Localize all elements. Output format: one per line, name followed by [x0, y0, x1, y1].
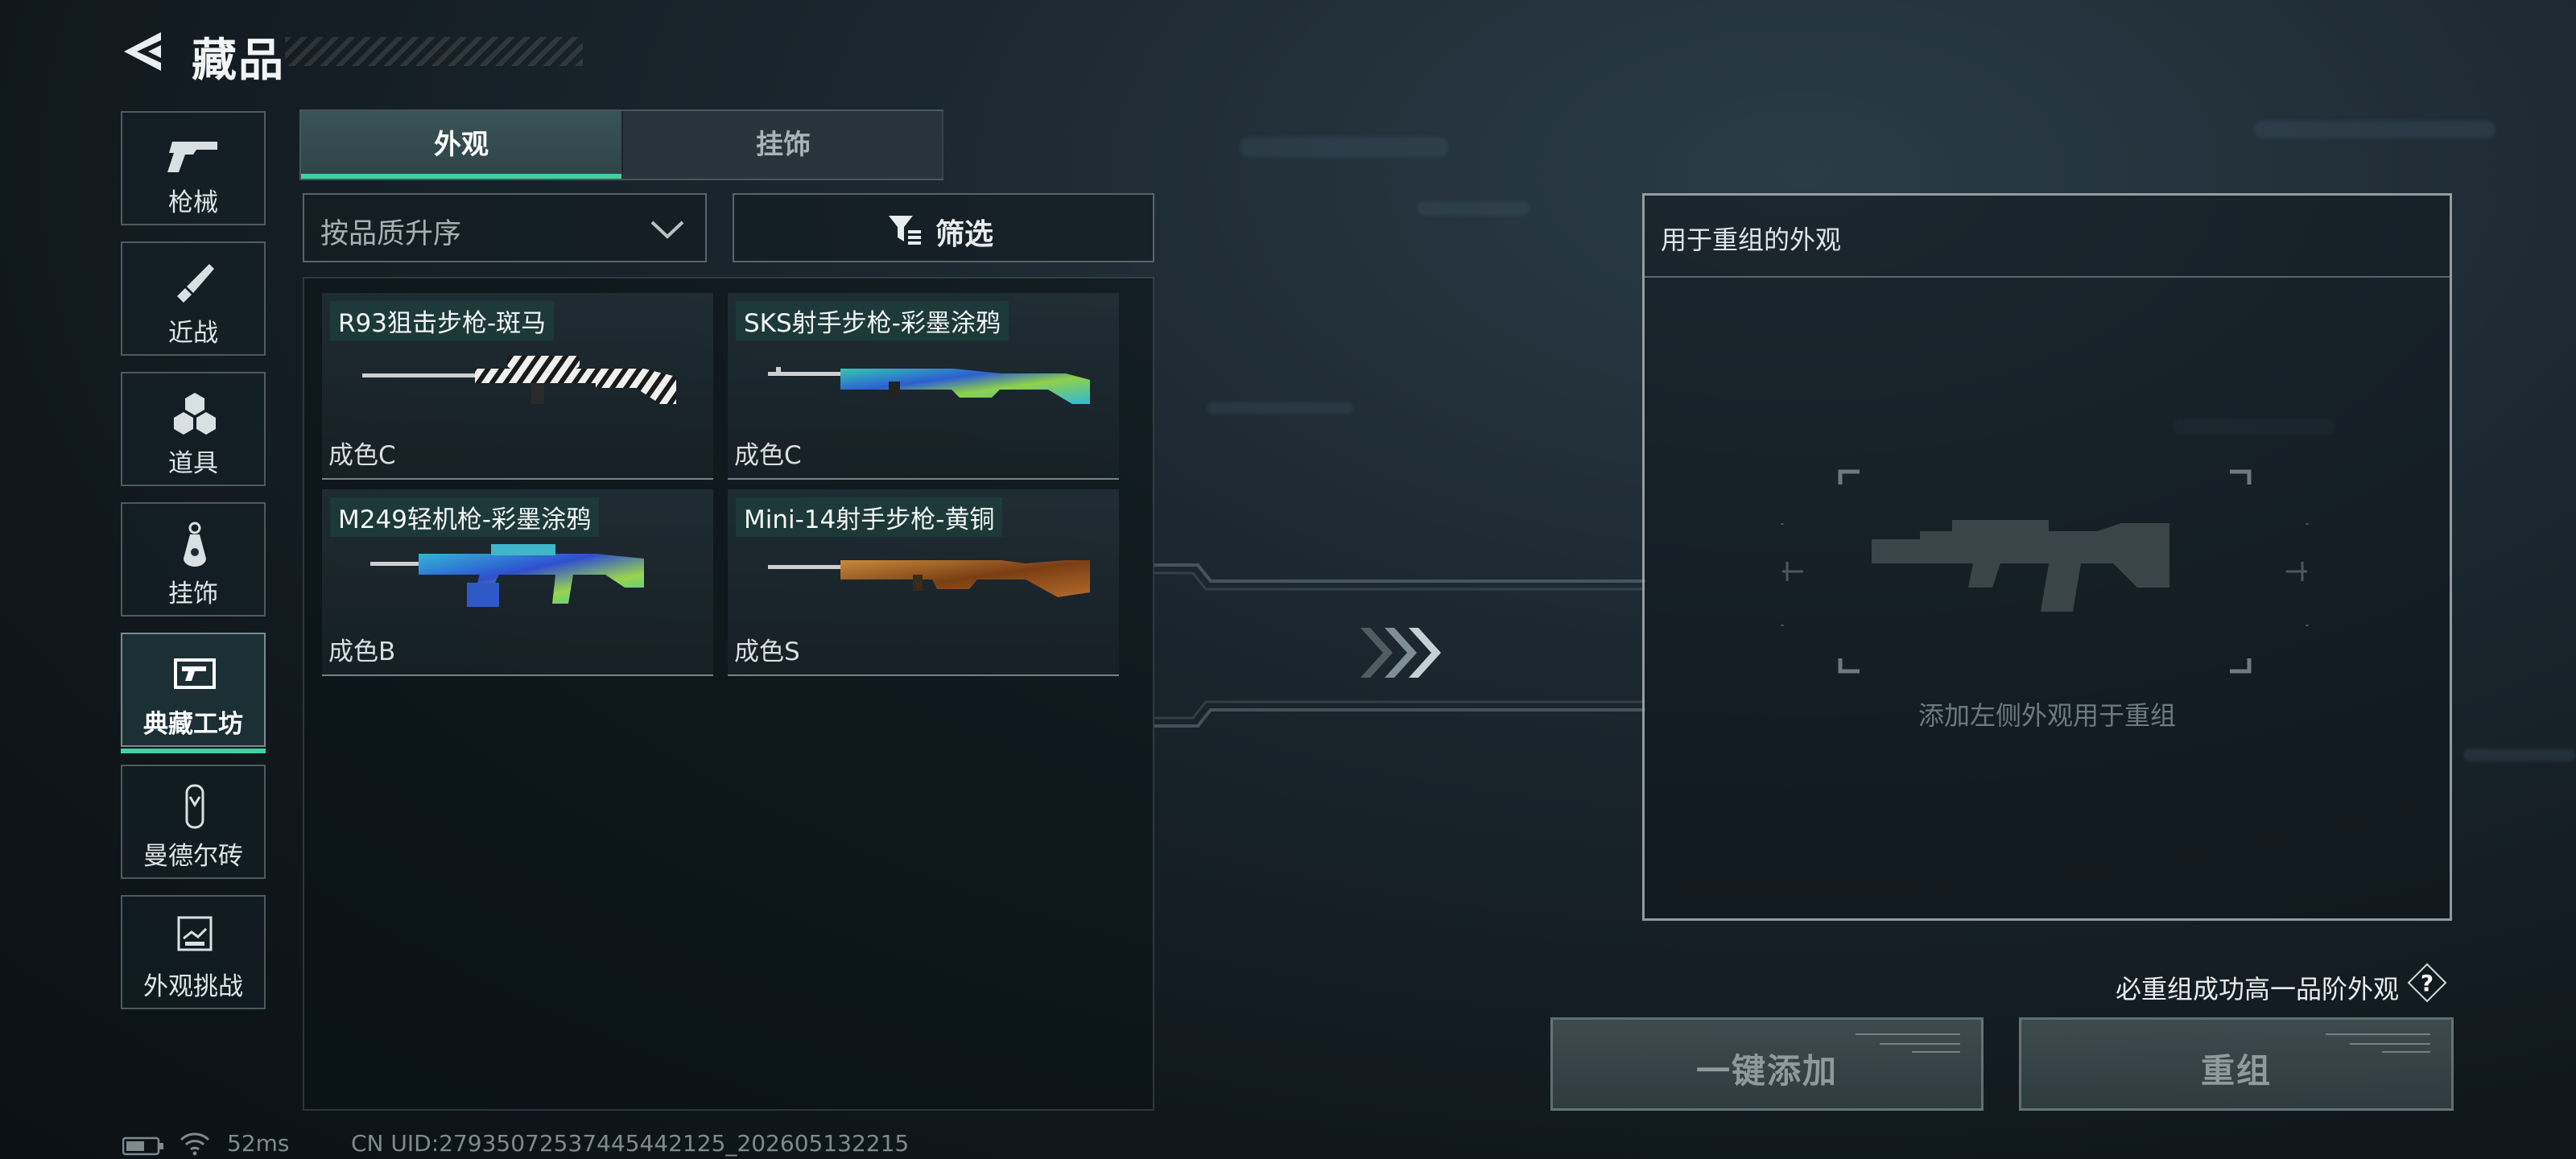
tab-bar: 外观 挂饰 [299, 109, 943, 180]
recombine-label: 重组 [2200, 1051, 2272, 1091]
recombine-title: 用于重组的外观 [1661, 225, 1842, 255]
item-quality: 成色B [328, 637, 396, 666]
svg-text:?: ? [2421, 970, 2434, 996]
nav-label: 近战 [168, 319, 218, 348]
user-uid: CN UID:27935072537445442125_202605132215 [351, 1130, 910, 1157]
filter-label: 筛选 [935, 218, 994, 251]
knife-icon [177, 264, 214, 303]
workshop-icon [174, 658, 216, 689]
item-name: SKS射手步枪-彩墨涂鸦 [736, 301, 1009, 340]
nav-item-firearms[interactable]: 枪械 [121, 111, 266, 225]
recombine-header: 用于重组的外观 [1645, 196, 2450, 278]
mini14-rifle-image [768, 560, 1090, 597]
nav-item-skin-challenge[interactable]: 外观挑战 [121, 895, 266, 1009]
item-quality: 成色C [328, 441, 396, 470]
filter-icon [889, 216, 921, 245]
ping-readout: 52ms [227, 1130, 290, 1157]
sort-dropdown[interactable]: 按品质升序 [303, 193, 707, 262]
empty-slot-hint: 添加左侧外观用于重组 [1918, 700, 2176, 731]
wifi-icon [180, 1132, 210, 1156]
triple-chevron-icon [1360, 628, 1441, 678]
nav-label: 道具 [168, 449, 218, 478]
recombine-button[interactable]: 重组 [2019, 1017, 2454, 1111]
nav-label: 外观挑战 [143, 972, 243, 1001]
challenge-icon [177, 916, 213, 951]
guarantee-text: 必重组成功高一品阶外观 [2115, 974, 2399, 1004]
add-all-label: 一键添加 [1695, 1051, 1838, 1091]
item-grid: R93狙击步枪-斑马 成色C SKS射手步枪-彩墨涂鸦 成色C M249轻机枪-… [303, 277, 1154, 1111]
empty-slot-frame[interactable] [1779, 467, 2310, 676]
nav-label: 挂饰 [168, 580, 218, 608]
charm-icon [184, 522, 206, 567]
sniper-rifle-image [362, 356, 676, 404]
item-quality: 成色S [734, 637, 800, 666]
pistol-icon [167, 142, 217, 172]
item-card[interactable]: Mini-14射手步枪-黄铜 成色S [728, 489, 1119, 676]
nav-label: 枪械 [168, 188, 218, 217]
item-name: Mini-14射手步枪-黄铜 [736, 497, 1003, 537]
item-quality: 成色C [734, 441, 802, 470]
title-decoration [285, 37, 583, 66]
brick-icon [185, 784, 204, 829]
item-card[interactable]: M249轻机枪-彩墨涂鸦 成色B [322, 489, 713, 676]
nav-item-items[interactable]: 道具 [121, 372, 266, 486]
grenade-icon [174, 393, 216, 435]
item-card[interactable]: R93狙击步枪-斑马 成色C [322, 293, 713, 480]
nav-label: 曼德尔砖 [143, 842, 243, 871]
nav-item-melee[interactable]: 近战 [121, 241, 266, 356]
light-machine-gun-image [370, 544, 644, 607]
marksman-rifle-image [768, 367, 1090, 404]
help-icon[interactable]: ? [2407, 963, 2447, 1003]
battery-icon [122, 1136, 163, 1156]
add-all-button[interactable]: 一键添加 [1550, 1017, 1984, 1111]
nav-label: 典藏工坊 [143, 710, 243, 739]
chevron-down-icon [650, 221, 684, 239]
page-title: 藏品 [192, 35, 285, 87]
nav-item-workshop[interactable]: 典藏工坊 [121, 633, 266, 753]
tab-charms[interactable]: 挂饰 [623, 111, 943, 179]
back-arrow-icon[interactable] [121, 29, 164, 74]
nav-item-mandel-brick[interactable]: 曼德尔砖 [121, 765, 266, 879]
nav-item-charms[interactable]: 挂饰 [121, 502, 266, 617]
tab-appearance[interactable]: 外观 [301, 111, 621, 179]
item-name: R93狙击步枪-斑马 [330, 301, 555, 340]
item-card[interactable]: SKS射手步枪-彩墨涂鸦 成色C [728, 293, 1119, 480]
filter-button[interactable]: 筛选 [733, 193, 1154, 262]
sort-label: 按品质升序 [320, 218, 462, 250]
